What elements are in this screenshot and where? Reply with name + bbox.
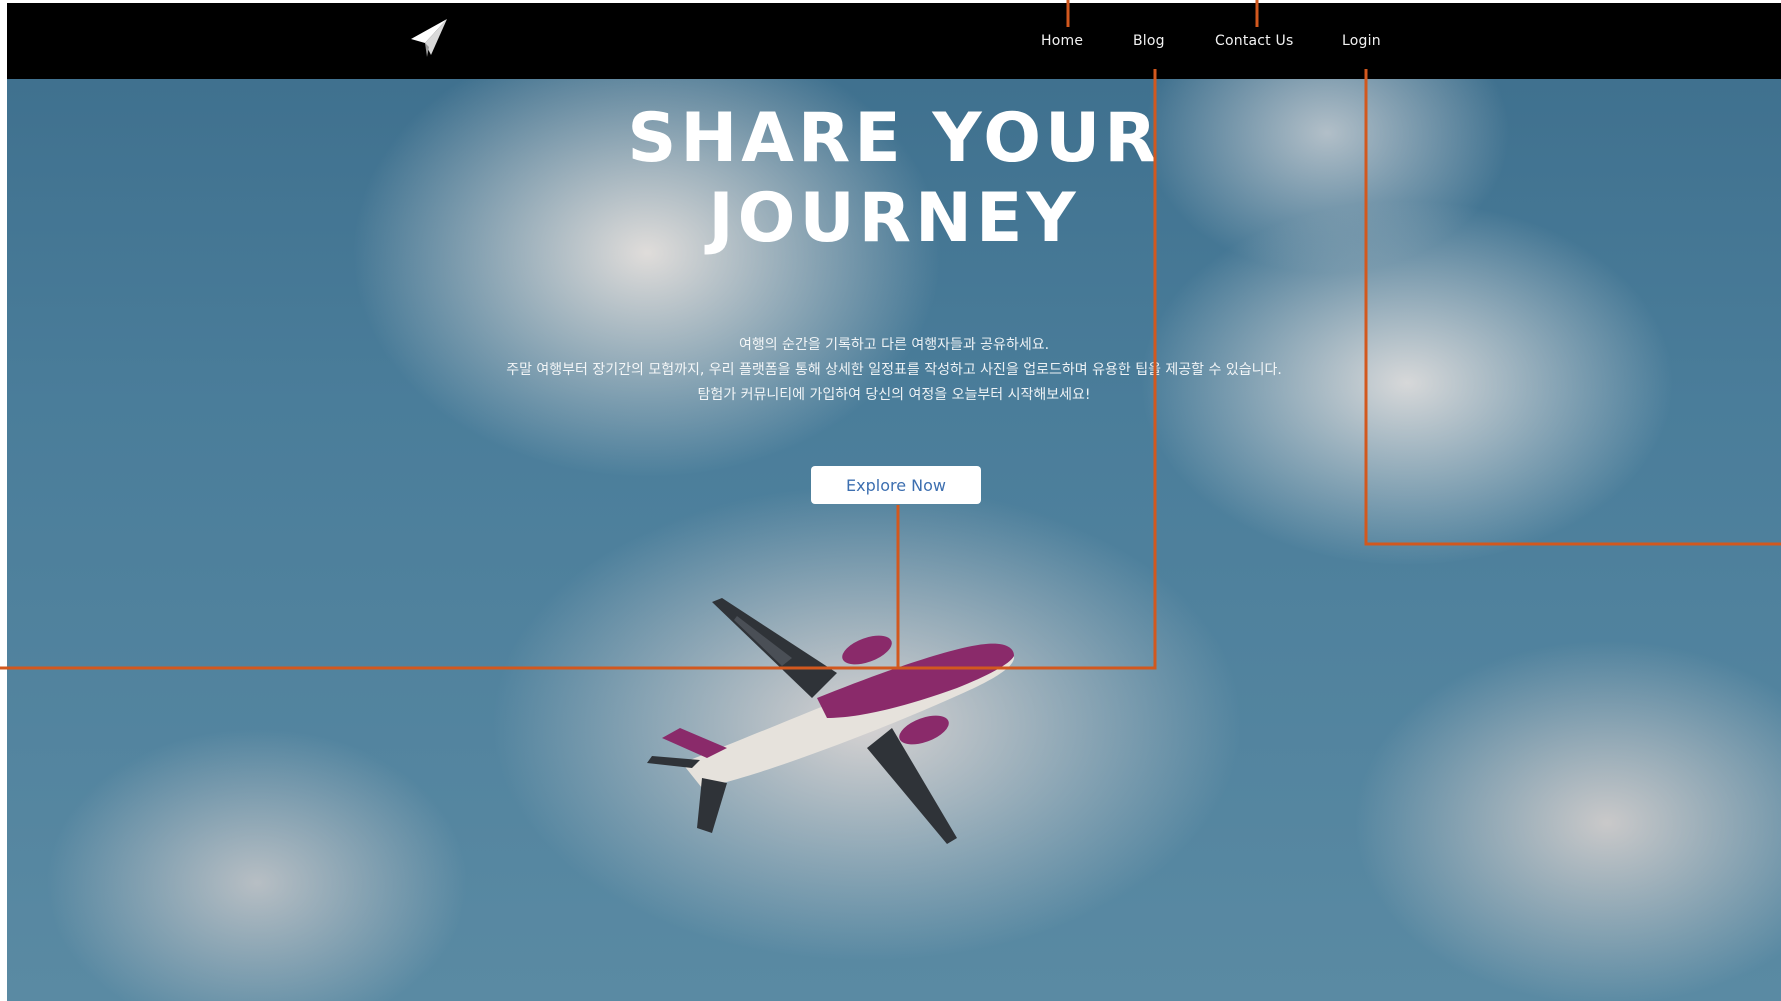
hero-description-line: 주말 여행부터 장기간의 모험까지, 우리 플랫폼을 통해 상세한 일정표를 작… <box>506 362 1282 378</box>
main-nav: Home Blog Contact Us Login <box>7 33 1781 57</box>
hero-title: SHARE YOUR JOURNEY <box>7 99 1781 259</box>
nav-login-link[interactable]: Login <box>1342 33 1381 49</box>
hero-title-line-1: SHARE YOUR <box>627 99 1161 178</box>
hero-description-line: 탐험가 커뮤니티에 가입하여 당신의 여정을 오늘부터 시작해보세요! <box>697 387 1091 403</box>
nav-blog-link[interactable]: Blog <box>1133 33 1165 49</box>
hero-title-line-2: JOURNEY <box>708 179 1080 258</box>
nav-home-link[interactable]: Home <box>1041 33 1083 49</box>
hero-description-line: 여행의 순간을 기록하고 다른 여행자들과 공유하세요. <box>738 337 1050 353</box>
page-viewport: Home Blog Contact Us Login SHARE YOUR JO… <box>7 3 1781 1001</box>
hero-description: 여행의 순간을 기록하고 다른 여행자들과 공유하세요. 주말 여행부터 장기간… <box>487 333 1301 408</box>
top-navigation-bar: Home Blog Contact Us Login <box>7 3 1781 79</box>
nav-contact-link[interactable]: Contact Us <box>1215 33 1293 49</box>
explore-now-button[interactable]: Explore Now <box>811 466 981 504</box>
airplane-image <box>647 598 1015 844</box>
